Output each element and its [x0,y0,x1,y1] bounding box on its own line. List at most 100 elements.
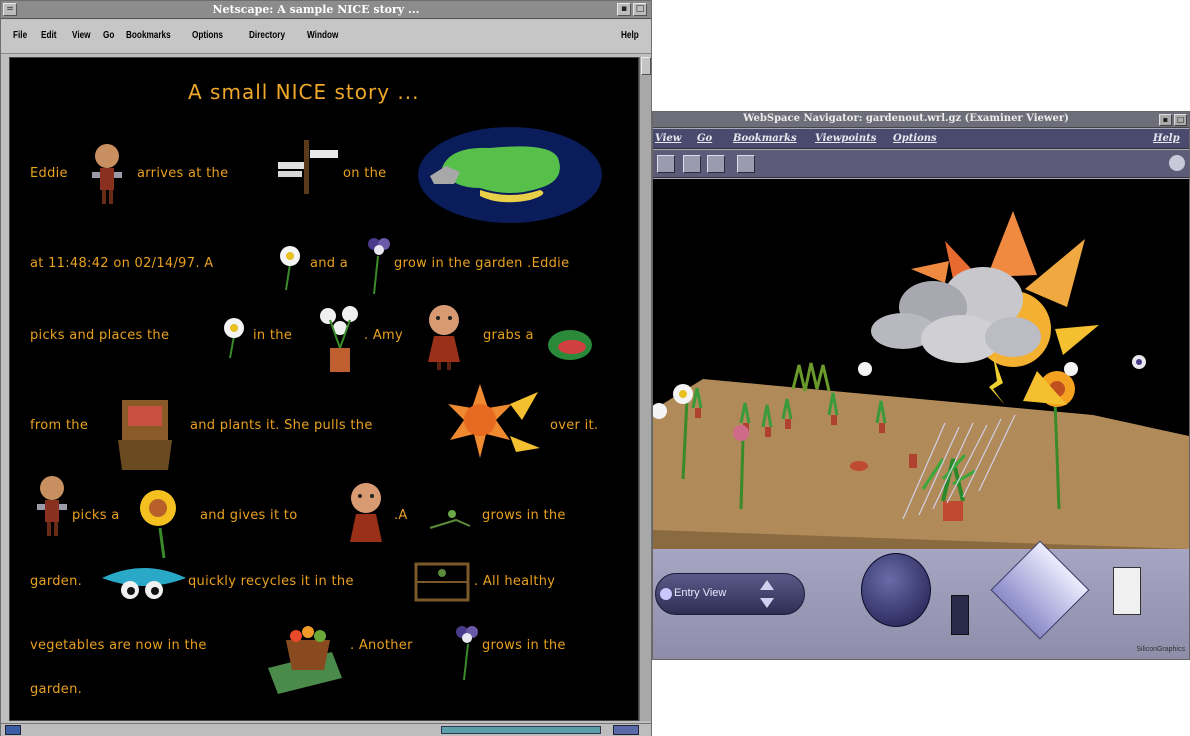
menu-directory[interactable]: Directory [249,30,285,41]
menu-go[interactable]: Go [103,30,114,41]
menu-view[interactable]: View [655,133,681,144]
security-key-icon [5,725,21,735]
story-text: quickly recycles it in the [188,574,354,589]
netscape-statusbar [1,723,651,736]
menu-window[interactable]: Window [307,30,338,41]
menu-options[interactable]: Options [192,30,223,41]
sprout-icon [429,510,471,529]
story-text: grows in the [482,508,566,523]
menu-help[interactable]: Help [1153,133,1180,144]
maximize-icon[interactable]: □ [1174,114,1187,126]
story-text: Eddie [30,166,68,181]
pansy-flower-icon [456,626,478,681]
story-text: picks and places the [30,328,170,343]
eddie-figure-icon [92,144,122,204]
menu-help[interactable]: Help [621,30,639,41]
globe-logo-icon [1169,155,1185,171]
pan-diamond-control[interactable] [990,540,1090,640]
story-text: in the [253,328,293,343]
story-text: garden. [30,682,83,697]
viewpoint-label: Entry View [674,587,727,599]
recycler-creature-icon [102,568,186,599]
daisy-flower-icon [224,318,244,359]
story-text: grabs a [483,328,534,343]
vertical-scrollbar[interactable] [639,57,651,721]
viewpoint-next-icon[interactable] [760,598,774,608]
story-text: arrives at the [137,166,229,181]
sgi-brand: SiliconGraphics [1136,646,1185,653]
minimize-icon[interactable]: ▪ [1159,114,1172,126]
netscape-menubar: File Edit View Go Bookmarks Options Dire… [1,20,651,54]
story-text: .A [394,508,408,523]
story-text: grows in the [482,638,566,653]
navigator-dashboard: Entry View SiliconGraphics [653,540,1189,659]
menu-bookmarks[interactable]: Bookmarks [126,30,171,41]
webspace-toolbar [653,150,1189,178]
story-text: from the [30,418,89,433]
webspace-titlebar: WebSpace Navigator: gardenout.wrl.gz (Ex… [653,112,1189,128]
netscape-window: = Netscape: A sample NICE story ... ▪ □ … [0,0,652,736]
menu-go[interactable]: Go [697,133,712,144]
story-page: A small NICE story ... Eddie arrives at … [9,57,639,721]
menu-bookmarks[interactable]: Bookmarks [733,133,797,144]
flower-pot-icon [320,306,358,372]
watermelon-icon [548,330,592,360]
sunflower-icon [140,490,176,559]
garden-scene [653,211,1189,549]
webspace-window: WebSpace Navigator: gardenout.wrl.gz (Ex… [652,111,1190,660]
netscape-titlebar: = Netscape: A sample NICE story ... ▪ □ [1,1,651,19]
seek-tool-icon[interactable] [707,155,725,173]
viewpoint-dot-icon [660,588,672,600]
pointer-dice-control[interactable] [1113,567,1141,615]
zoom-slider[interactable] [951,595,969,635]
webspace-menubar: View Go Bookmarks Viewpoints Options Hel… [653,129,1189,149]
story-text: . Another [350,638,413,653]
pansy-flower-icon [368,238,390,295]
scrollbar-thumb[interactable] [641,57,651,75]
netscape-title: Netscape: A sample NICE story ... [212,3,420,16]
story-text: over it. [550,418,599,433]
minimize-icon[interactable]: ▪ [617,3,631,16]
menu-edit[interactable]: Edit [41,30,56,41]
eddie-figure-icon [37,476,67,536]
story-text: garden. [30,574,83,589]
pointer-tool-icon[interactable] [657,155,675,173]
story-text: . Amy [364,328,404,343]
menu-file[interactable]: File [13,30,27,41]
sun-icon [448,384,540,458]
3d-garden-viewport[interactable] [653,179,1189,549]
story-text: on the [343,166,387,181]
story-text: and a [310,256,349,271]
rotate-tool-icon[interactable] [683,155,701,173]
viewpoint-prev-icon[interactable] [760,580,774,590]
story-text: at 11:48:42 on 02/14/97. A [30,256,214,271]
maximize-icon[interactable]: □ [633,3,647,16]
story-text: vegetables are now in the [30,638,207,653]
daisy-flower-icon [280,246,300,291]
vegetable-basket-icon [268,626,342,694]
story-text: . All healthy [474,574,556,589]
viewpoint-selector[interactable]: Entry View [655,573,805,615]
mail-icon[interactable] [613,725,639,735]
story-illustrations [37,127,602,694]
amy-figure-icon [350,483,382,542]
rotate-globe-control[interactable] [861,553,931,627]
menu-view[interactable]: View [72,30,91,41]
signpost-icon [278,140,338,194]
story-text: picks a [72,508,120,523]
story-text: and plants it. She pulls the [190,418,373,433]
menu-options[interactable]: Options [893,133,937,144]
island-icon [418,127,602,223]
progress-bar [441,726,601,734]
seed-box-icon [118,400,172,470]
ground-plane [653,379,1189,549]
story-heading: A small NICE story ... [188,80,420,104]
menu-viewpoints[interactable]: Viewpoints [815,133,876,144]
home-tool-icon[interactable] [737,155,755,173]
compost-bin-icon [414,562,470,602]
amy-figure-icon [428,305,460,370]
webspace-title: WebSpace Navigator: gardenout.wrl.gz (Ex… [743,113,1069,124]
story-text: grow in the garden .Eddie [394,256,570,271]
story-text: and gives it to [200,508,298,523]
window-menu-icon[interactable]: = [3,3,17,16]
